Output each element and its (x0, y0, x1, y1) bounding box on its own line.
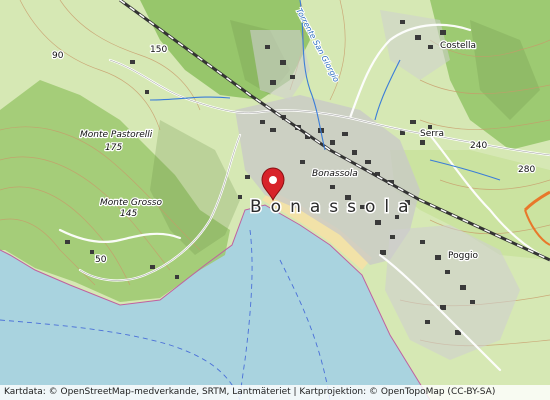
peak-label: Monte Grosso (100, 198, 162, 208)
peak-label: Monte Pastorelli (80, 130, 153, 140)
contour-label: 90 (52, 51, 64, 61)
contour-label: 150 (150, 45, 167, 55)
place-label-costella: Costella (440, 41, 476, 51)
place-label-serra: Serra (420, 129, 444, 139)
contour-label: 240 (470, 141, 487, 151)
peak-elevation: 175 (105, 143, 122, 153)
town-label-bonassola: Bonassola (250, 197, 418, 217)
place-label-bonassola-small: Bonassola (312, 169, 358, 179)
peak-elevation: 145 (120, 209, 137, 219)
place-label-poggio: Poggio (448, 251, 479, 261)
contour-label: 50 (95, 255, 107, 265)
map-attribution: Kartdata: © OpenStreetMap-medverkande, S… (0, 385, 550, 400)
contour-label: 280 (518, 165, 535, 175)
topographic-map[interactable]: 90 150 240 280 50 Torrente San Giorgio C… (0, 0, 550, 400)
